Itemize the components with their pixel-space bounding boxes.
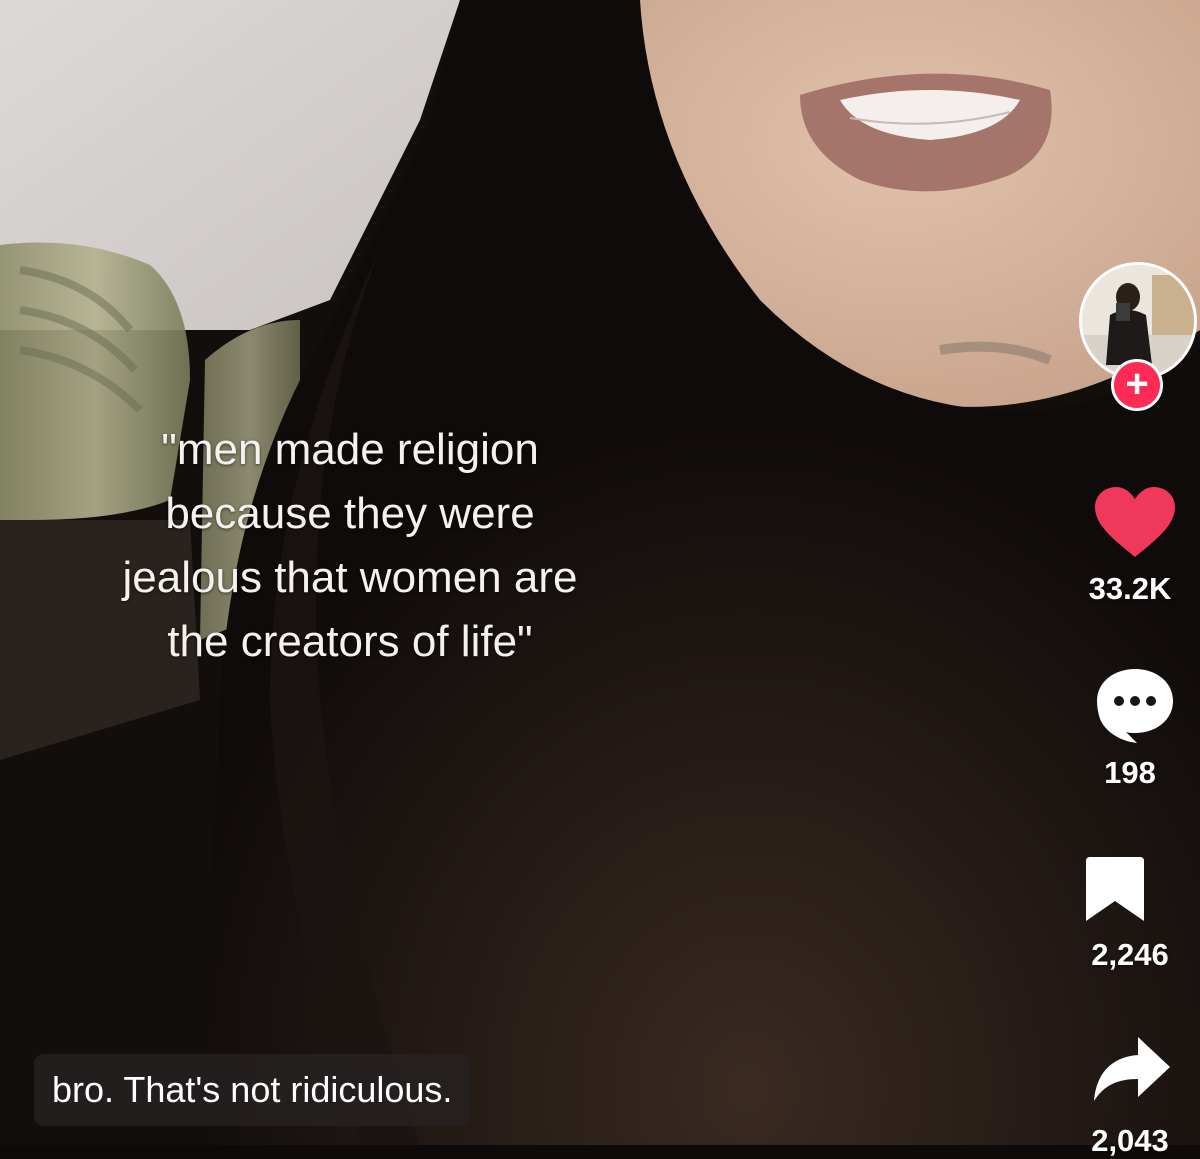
bookmark-count: 2,246	[1091, 937, 1169, 972]
comment-count: 198	[1104, 755, 1156, 790]
share-button[interactable]: 2,043	[1060, 1035, 1200, 1158]
like-count: 33.2K	[1088, 571, 1172, 606]
overlay-line: the creators of life"	[167, 617, 533, 666]
video-caption: bro. That's not ridiculous.	[34, 1054, 471, 1126]
video-player[interactable]: "men made religion because they were jea…	[0, 0, 1200, 1145]
action-rail: + 33.2K 198 2,246 2,043	[1060, 0, 1200, 1158]
share-arrow-icon	[1094, 1037, 1170, 1101]
creator-profile[interactable]: +	[1079, 262, 1197, 412]
overlay-line: jealous that women are	[122, 553, 578, 602]
video-overlay-text: "men made religion because they were jea…	[40, 418, 660, 674]
overlay-line: because they were	[165, 489, 535, 538]
heart-icon	[1095, 487, 1175, 557]
bookmark-button[interactable]: 2,246	[1060, 855, 1200, 980]
comment-icon	[1097, 669, 1173, 743]
follow-button[interactable]: +	[1111, 359, 1163, 411]
overlay-line: "men made religion	[161, 425, 539, 474]
like-button[interactable]: 33.2K	[1060, 485, 1200, 606]
comment-button[interactable]: 198	[1060, 665, 1200, 790]
share-count: 2,043	[1091, 1123, 1169, 1158]
bookmark-icon	[1086, 857, 1144, 921]
